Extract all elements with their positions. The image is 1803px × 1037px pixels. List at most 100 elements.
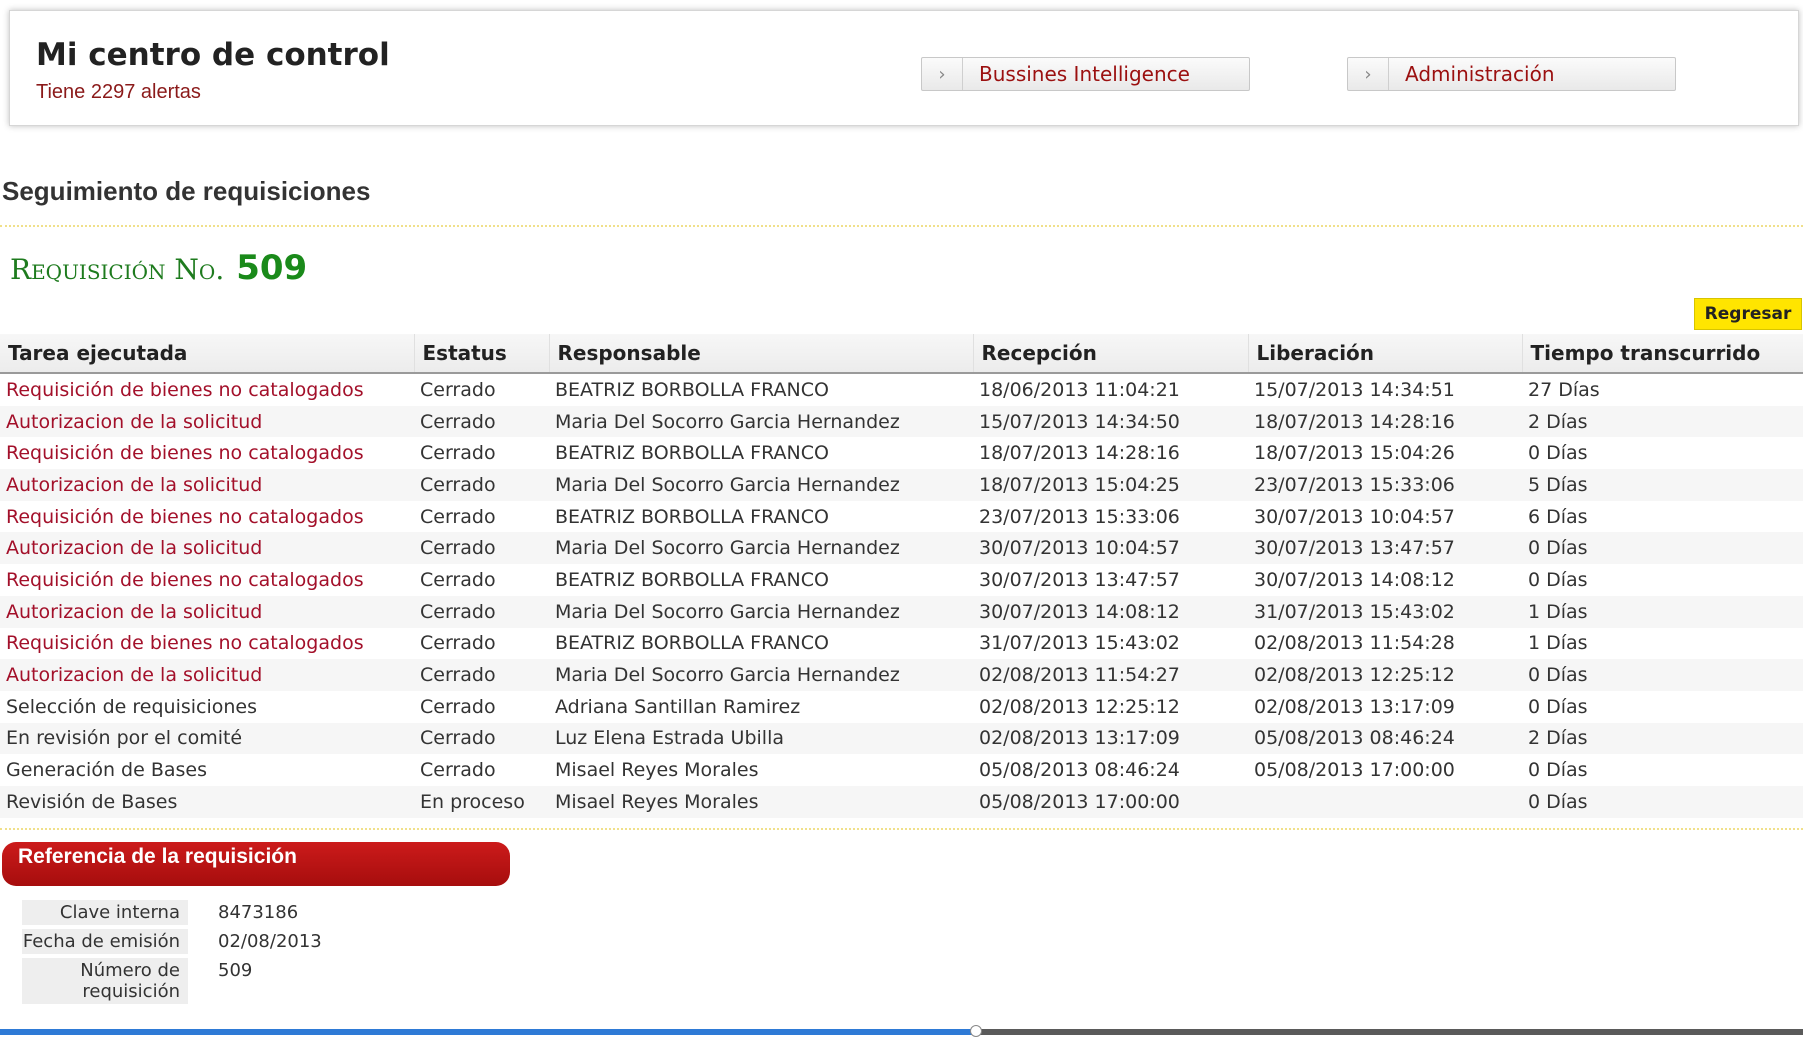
column-header-task[interactable]: Tarea ejecutada bbox=[0, 334, 415, 374]
released-cell bbox=[1248, 785, 1522, 818]
table-header-row: Tarea ejecutada Estatus Responsable Rece… bbox=[0, 334, 1803, 374]
task-cell: Selección de requisiciones bbox=[6, 695, 258, 718]
task-link[interactable]: Autorizacion de la solicitud bbox=[0, 659, 414, 691]
elapsed-cell: 6 Días bbox=[1528, 505, 1588, 528]
divider bbox=[0, 225, 1803, 227]
table-row: Requisición de bienes no catalogados Cerr… bbox=[0, 437, 1803, 469]
table-row: Autorizacion de la solicitud Cerrado Maria… bbox=[0, 469, 1803, 501]
owner-cell: Maria Del Socorro Garcia Hernandez bbox=[549, 595, 973, 628]
table-row: Requisición de bienes no catalogados Cerr… bbox=[0, 373, 1803, 406]
alerts-link[interactable]: Tiene 2297 alertas bbox=[36, 81, 201, 104]
scrollbar-thumb[interactable] bbox=[970, 1025, 982, 1037]
status-cell: Cerrado bbox=[420, 568, 496, 591]
nav-button-label: Administración bbox=[1405, 62, 1555, 86]
table-row: Autorizacion de la solicitud Cerrado Maria… bbox=[0, 405, 1803, 438]
reference-key: Número de requisición bbox=[22, 958, 188, 1004]
task-link[interactable]: Autorizacion de la solicitud bbox=[0, 595, 414, 628]
table-row: Generación de Bases Cerrado Misael Reyes M… bbox=[0, 754, 1803, 786]
elapsed-cell: 1 Días bbox=[1522, 595, 1803, 628]
status-cell: Cerrado bbox=[420, 695, 496, 718]
task-link[interactable]: Requisición de bienes no catalogados bbox=[0, 628, 414, 660]
back-button[interactable]: Regresar bbox=[1694, 298, 1802, 330]
app-title: Mi centro de control bbox=[36, 37, 390, 73]
status-cell: En proceso bbox=[414, 785, 549, 818]
received-cell: 18/07/2013 14:28:16 bbox=[979, 442, 1180, 465]
released-cell: 18/07/2013 14:28:16 bbox=[1248, 405, 1522, 438]
reference-row: Fecha de emisión 02/08/2013 bbox=[22, 929, 322, 954]
table-row: Autorizacion de la solicitud Cerrado Maria… bbox=[0, 659, 1803, 691]
reference-row: Clave interna 8473186 bbox=[22, 900, 322, 925]
table-row: Requisición de bienes no catalogados Cerr… bbox=[0, 564, 1803, 596]
task-link[interactable]: Requisición de bienes no catalogados bbox=[0, 373, 414, 406]
task-link[interactable]: Requisición de bienes no catalogados bbox=[0, 437, 414, 469]
released-cell: 30/07/2013 10:04:57 bbox=[1254, 505, 1455, 528]
elapsed-cell: 2 Días bbox=[1522, 405, 1803, 438]
owner-cell: Maria Del Socorro Garcia Hernandez bbox=[549, 469, 973, 501]
elapsed-cell: 0 Días bbox=[1522, 785, 1803, 818]
released-cell: 05/08/2013 08:46:24 bbox=[1248, 722, 1522, 755]
nav-button-label: Bussines Intelligence bbox=[979, 62, 1190, 86]
received-cell: 05/08/2013 08:46:24 bbox=[979, 759, 1180, 782]
owner-cell: Misael Reyes Morales bbox=[555, 759, 759, 782]
task-link[interactable]: Requisición de bienes no catalogados bbox=[0, 564, 414, 596]
received-cell: 15/07/2013 14:34:50 bbox=[973, 405, 1248, 438]
task-link[interactable]: Autorizacion de la solicitud bbox=[0, 532, 414, 565]
column-header-owner[interactable]: Responsable bbox=[549, 334, 974, 374]
task-link[interactable]: Requisición de bienes no catalogados bbox=[0, 501, 414, 533]
table-row: Revisión de Bases En proceso Misael Reyes … bbox=[0, 785, 1803, 818]
status-cell: Cerrado bbox=[414, 405, 549, 438]
received-cell: 05/08/2013 17:00:00 bbox=[973, 785, 1248, 818]
column-header-elapsed[interactable]: Tiempo transcurrido bbox=[1522, 334, 1803, 374]
chevron-right-icon: › bbox=[1348, 58, 1389, 90]
status-cell: Cerrado bbox=[420, 632, 496, 655]
released-cell: 02/08/2013 13:17:09 bbox=[1254, 695, 1455, 718]
reference-table: Clave interna 8473186 Fecha de emisión 02/0… bbox=[22, 896, 322, 1008]
task-cell: Generación de Bases bbox=[6, 759, 207, 782]
header-panel: Mi centro de control Tiene 2297 alertas … bbox=[9, 10, 1799, 126]
requisition-number: 509 bbox=[236, 248, 308, 288]
table-row: En revisión por el comité Cerrado Luz Elen… bbox=[0, 722, 1803, 755]
released-cell: 31/07/2013 15:43:02 bbox=[1248, 595, 1522, 628]
received-cell: 30/07/2013 14:08:12 bbox=[973, 595, 1248, 628]
nav-button-business-intelligence[interactable]: › Bussines Intelligence bbox=[921, 57, 1250, 91]
reference-row: Número de requisición 509 bbox=[22, 958, 322, 1004]
reference-value: 02/08/2013 bbox=[218, 931, 322, 952]
owner-cell: Adriana Santillan Ramirez bbox=[555, 695, 801, 718]
received-cell: 02/08/2013 11:54:27 bbox=[973, 659, 1248, 691]
elapsed-cell: 2 Días bbox=[1522, 722, 1803, 755]
column-header-status[interactable]: Estatus bbox=[414, 334, 550, 374]
received-cell: 31/07/2013 15:43:02 bbox=[979, 632, 1180, 655]
elapsed-cell: 0 Días bbox=[1528, 695, 1588, 718]
released-cell: 18/07/2013 15:04:26 bbox=[1254, 442, 1455, 465]
task-link[interactable]: Autorizacion de la solicitud bbox=[0, 469, 414, 501]
reference-key: Clave interna bbox=[22, 900, 188, 925]
elapsed-cell: 0 Días bbox=[1522, 532, 1803, 565]
elapsed-cell: 27 Días bbox=[1528, 378, 1600, 401]
released-cell: 05/08/2013 17:00:00 bbox=[1254, 759, 1455, 782]
received-cell: 30/07/2013 13:47:57 bbox=[979, 568, 1180, 591]
column-header-released[interactable]: Liberación bbox=[1248, 334, 1523, 374]
received-cell: 18/06/2013 11:04:21 bbox=[979, 378, 1180, 401]
task-link[interactable]: Autorizacion de la solicitud bbox=[0, 405, 414, 438]
divider bbox=[0, 828, 1803, 830]
horizontal-scrollbar[interactable] bbox=[0, 1025, 1803, 1037]
table-row: Requisición de bienes no catalogados Cerr… bbox=[0, 501, 1803, 533]
elapsed-cell: 0 Días bbox=[1528, 759, 1588, 782]
task-cell: Revisión de Bases bbox=[0, 785, 414, 818]
owner-cell: Maria Del Socorro Garcia Hernandez bbox=[549, 659, 973, 691]
status-cell: Cerrado bbox=[420, 759, 496, 782]
received-cell: 18/07/2013 15:04:25 bbox=[973, 469, 1248, 501]
status-cell: Cerrado bbox=[414, 595, 549, 628]
table-row: Requisición de bienes no catalogados Cerr… bbox=[0, 628, 1803, 660]
tasks-table: Tarea ejecutada Estatus Responsable Rece… bbox=[0, 334, 1803, 818]
column-header-received[interactable]: Recepción bbox=[973, 334, 1249, 374]
chevron-right-icon: › bbox=[922, 58, 963, 90]
owner-cell: BEATRIZ BORBOLLA FRANCO bbox=[555, 442, 829, 465]
table-row: Autorizacion de la solicitud Cerrado Maria… bbox=[0, 595, 1803, 628]
requisition-title: Requisición No. 509 bbox=[10, 248, 307, 288]
nav-button-administracion[interactable]: › Administración bbox=[1347, 57, 1676, 91]
released-cell: 02/08/2013 12:25:12 bbox=[1248, 659, 1522, 691]
status-cell: Cerrado bbox=[414, 469, 549, 501]
owner-cell: Maria Del Socorro Garcia Hernandez bbox=[549, 532, 973, 565]
status-cell: Cerrado bbox=[420, 505, 496, 528]
